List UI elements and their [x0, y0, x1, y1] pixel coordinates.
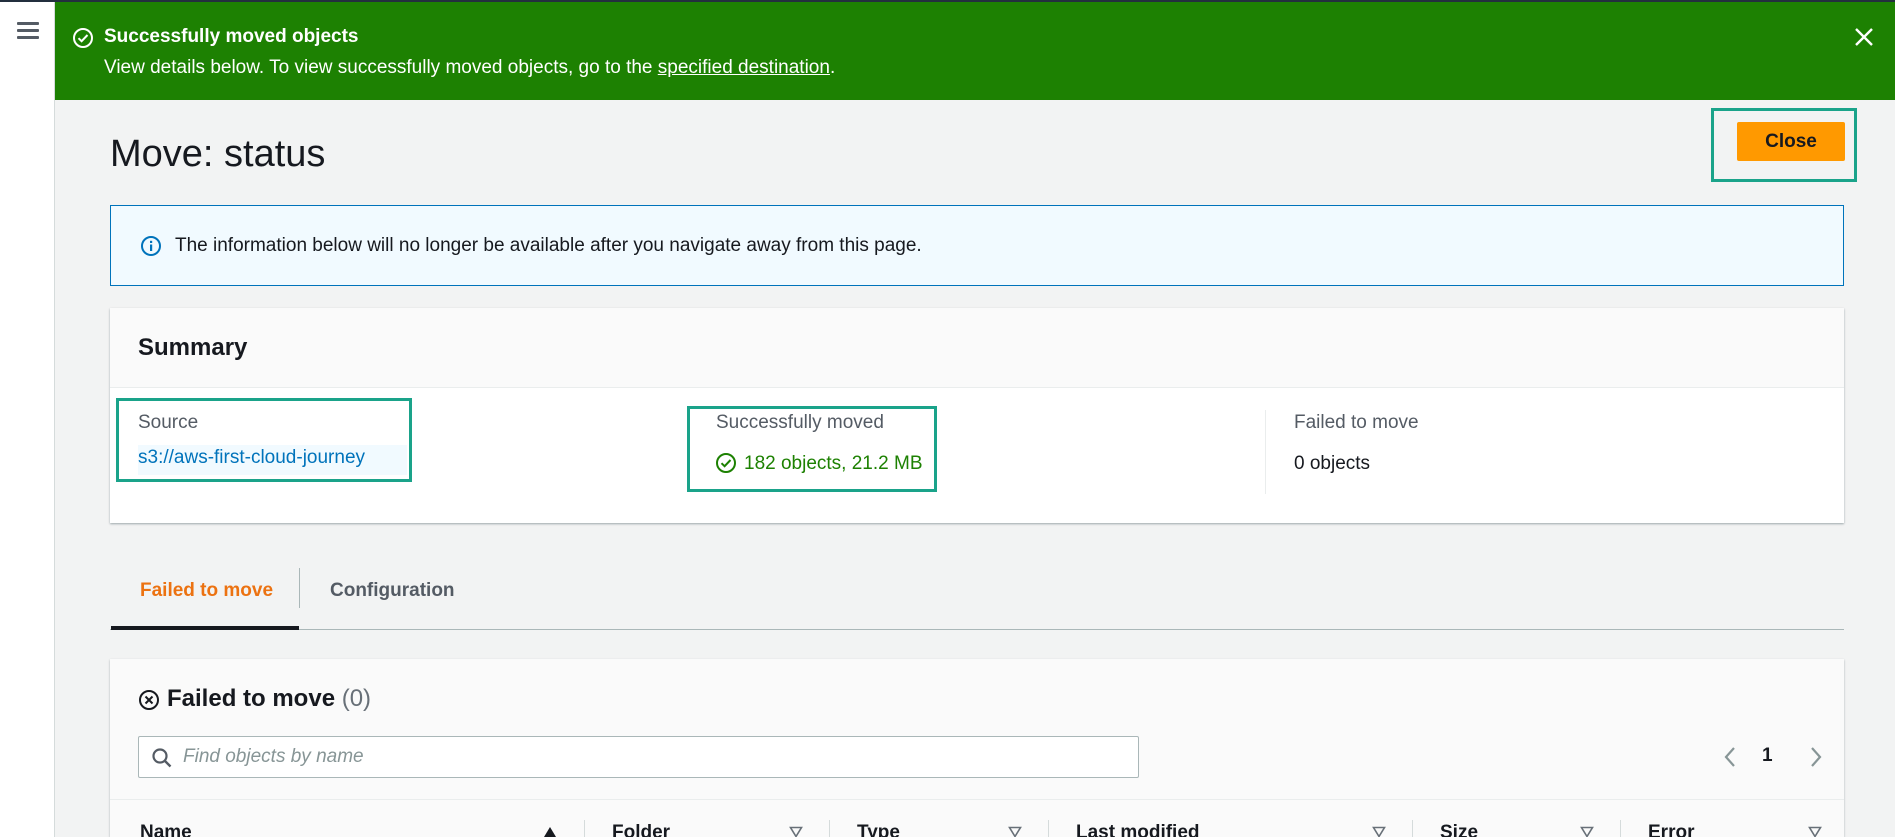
search-box — [138, 736, 1139, 778]
column-separator — [1412, 820, 1413, 837]
chevron-right-icon[interactable] — [1806, 744, 1826, 770]
column-header-error[interactable]: Error — [1648, 822, 1694, 837]
success-check-circle-icon — [73, 28, 93, 48]
summary-header: Summary — [110, 308, 1844, 388]
success-check-circle-icon — [716, 453, 736, 473]
failed-to-move-label: Failed to move — [1294, 412, 1419, 433]
summary-container: Summary Source s3://aws-first-cloud-jour… — [110, 308, 1844, 523]
tab-failed-to-move[interactable]: Failed to move — [110, 565, 299, 630]
search-icon — [152, 748, 172, 768]
column-separator — [1048, 820, 1049, 837]
successfully-moved-label: Successfully moved — [716, 412, 884, 433]
sort-down-icon[interactable] — [1008, 826, 1022, 837]
summary-column-divider — [1265, 410, 1266, 494]
info-alert: The information below will no longer be … — [110, 205, 1844, 286]
hamburger-menu-icon[interactable] — [17, 22, 39, 40]
page-number[interactable]: 1 — [1762, 745, 1773, 767]
success-flash-banner: Successfully moved objects View details … — [55, 2, 1895, 100]
status-tabs: Failed to move Configuration — [110, 565, 1844, 630]
summary-title: Summary — [138, 334, 248, 361]
info-text: The information below will no longer be … — [175, 235, 922, 256]
sort-down-icon[interactable] — [1580, 826, 1594, 837]
chevron-left-icon[interactable] — [1720, 744, 1740, 770]
successfully-moved-value: 182 objects, 21.2 MB — [744, 453, 923, 474]
error-x-circle-icon — [139, 690, 159, 710]
close-button[interactable]: Close — [1737, 122, 1845, 161]
source-label: Source — [138, 412, 199, 433]
info-icon — [141, 236, 161, 256]
tab-configuration[interactable]: Configuration — [300, 565, 480, 630]
page-title: Move: status — [110, 133, 326, 175]
active-tab-indicator — [111, 626, 299, 630]
column-header-type[interactable]: Type — [857, 822, 900, 837]
column-separator — [829, 820, 830, 837]
sort-down-icon[interactable] — [789, 826, 803, 837]
failed-count: (0) — [341, 685, 372, 712]
flash-title: Successfully moved objects — [104, 26, 359, 47]
left-nav-rail — [0, 2, 55, 837]
table-header-row: Name Folder Type Last modified Size Erro… — [110, 799, 1844, 837]
search-input[interactable] — [183, 737, 1133, 777]
source-link[interactable]: s3://aws-first-cloud-journey — [138, 447, 365, 469]
column-separator — [1620, 820, 1621, 837]
column-header-folder[interactable]: Folder — [612, 822, 670, 837]
specified-destination-link[interactable]: specified destination — [658, 57, 830, 78]
flash-message: View details below. To view successfully… — [104, 57, 836, 78]
column-separator — [584, 820, 585, 837]
column-header-name[interactable]: Name — [140, 822, 192, 837]
failed-to-move-panel: Failed to move (0) 1 Name Folder Type La… — [110, 659, 1844, 837]
close-icon[interactable] — [1852, 25, 1876, 49]
failed-to-move-value: 0 objects — [1294, 453, 1371, 474]
sort-down-icon[interactable] — [1808, 826, 1822, 837]
sort-ascending-icon[interactable] — [543, 826, 557, 837]
column-header-size[interactable]: Size — [1440, 822, 1478, 837]
column-header-last-modified[interactable]: Last modified — [1076, 822, 1200, 837]
sort-down-icon[interactable] — [1372, 826, 1386, 837]
failed-to-move-title: Failed to move (0) — [167, 685, 372, 712]
